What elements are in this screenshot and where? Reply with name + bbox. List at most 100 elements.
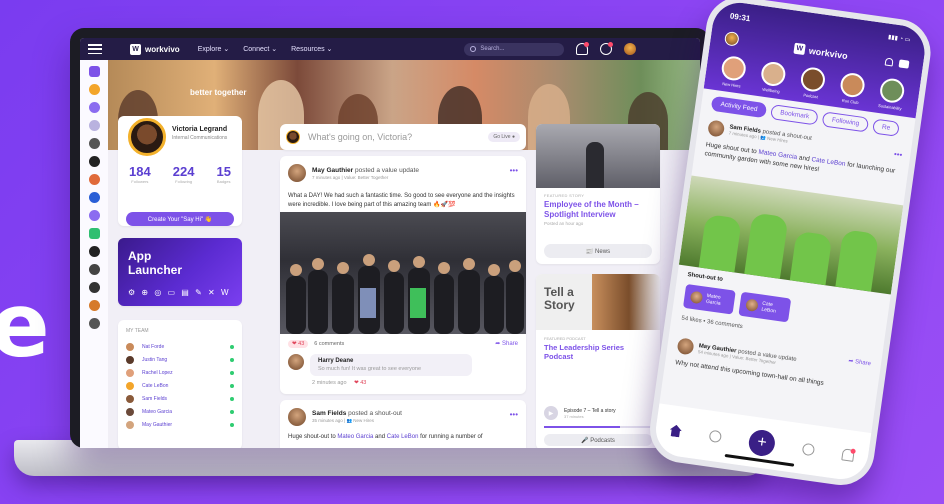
rail-space-icon-7[interactable] — [88, 246, 100, 257]
profile-avatar[interactable] — [128, 118, 166, 156]
rail-space-icon-11[interactable] — [88, 318, 100, 329]
brand-logo[interactable]: W workvivo — [130, 43, 180, 55]
rail-explore-icon[interactable] — [88, 102, 100, 113]
rail-space-icon-5[interactable] — [88, 210, 100, 221]
rail-space-icon-2[interactable] — [88, 156, 100, 167]
comment-like-button[interactable]: ❤ 43 — [354, 380, 366, 386]
story-item[interactable]: Wellbeing — [754, 60, 792, 95]
photo-figure — [744, 212, 789, 279]
rail-space-icon-4[interactable] — [88, 192, 100, 203]
explore-icon[interactable] — [708, 429, 723, 444]
team-member-row[interactable]: Nat Forde — [126, 340, 234, 353]
story-avatar — [878, 77, 906, 105]
play-icon[interactable]: ▶ — [544, 406, 558, 420]
chip-avatar — [745, 298, 759, 313]
rail-layers-icon[interactable] — [88, 120, 100, 131]
notifications-bell-icon[interactable] — [841, 448, 856, 462]
tab-bookmark[interactable]: Bookmark — [770, 104, 820, 126]
stat-badges[interactable]: 15 Badges — [216, 164, 230, 184]
post-composer[interactable]: What's going on, Victoria? Go Live ● — [280, 124, 526, 150]
rail-space-icon-6[interactable] — [88, 228, 100, 239]
stat-following[interactable]: 224 Following — [173, 164, 195, 184]
phone-brand-name: workvivo — [808, 45, 849, 61]
phone-bell-icon[interactable] — [884, 57, 894, 67]
profile-name[interactable]: Victoria Legrand — [172, 126, 227, 133]
rail-space-icon-1[interactable] — [88, 138, 100, 149]
profile-stats: 184 Followers 224 Following 15 Badges — [118, 164, 242, 184]
featured-story-title[interactable]: Employee of the Month – Spotlight Interv… — [536, 198, 660, 221]
post-photo[interactable] — [280, 212, 526, 334]
mention-link[interactable]: Mateo Garcia — [337, 434, 373, 440]
notification-badge — [584, 42, 590, 47]
stat-value: 184 — [129, 164, 151, 179]
phone-post-stats[interactable]: 54 likes • 36 comments — [681, 316, 743, 331]
team-avatar — [126, 407, 134, 416]
nav-connect[interactable]: Connect ⌄ — [243, 45, 277, 53]
create-say-hi-button[interactable]: Create Your "Say Hi" 👋 — [126, 212, 234, 226]
search-icon[interactable] — [801, 442, 816, 457]
more-options-icon[interactable]: ••• — [510, 410, 518, 419]
my-team-card: MY TEAM Nat Forde Justin Tang Rachel Lop… — [118, 320, 242, 448]
team-member-row[interactable]: Justin Tang — [126, 353, 234, 366]
user-avatar[interactable] — [624, 43, 637, 55]
team-member-row[interactable]: May Gauthier — [126, 418, 234, 431]
story-item[interactable]: New Hires — [714, 54, 752, 89]
rail-space-icon-3[interactable] — [88, 174, 100, 185]
commenter-name[interactable]: Harry Deane — [318, 358, 464, 364]
nav-resources[interactable]: Resources ⌄ — [291, 45, 332, 53]
post-author-name[interactable]: May Gauthier — [312, 167, 353, 174]
tab-more[interactable]: Re — [871, 118, 901, 137]
composer-avatar — [286, 130, 300, 144]
photo-figure — [835, 229, 880, 292]
rail-space-icon-9[interactable] — [88, 282, 100, 293]
search-input[interactable]: Search... — [464, 42, 565, 56]
comment-meta: 2 minutes ago ❤ 43 — [312, 380, 366, 386]
phone-post: May Gauthier posted a value update 54 mi… — [674, 337, 872, 395]
phone-post-avatar[interactable] — [707, 119, 726, 138]
comments-count[interactable]: 6 comments — [314, 341, 344, 347]
shout-out-chip[interactable]: Cate LeBon — [738, 291, 792, 323]
news-button[interactable]: 📰 News — [544, 244, 652, 258]
profile-card: Victoria Legrand Internal Communications… — [118, 116, 242, 226]
story-item[interactable]: Run Club — [833, 71, 871, 106]
rail-avatar-icon[interactable] — [88, 84, 100, 95]
episode-duration: 37 minutes — [564, 413, 584, 419]
team-member-row[interactable]: Mateo Garcia — [126, 405, 234, 418]
brand-name: workvivo — [145, 44, 180, 54]
app-launcher-card[interactable]: App Launcher ⚙ ⊕ ◎ ▭ ▤ ✎ ✕ W — [118, 238, 242, 306]
team-member-row[interactable]: Rachel Lopez — [126, 366, 234, 379]
notifications-bell-icon[interactable] — [576, 42, 590, 55]
tab-activity-feed[interactable]: Activity Feed — [710, 95, 768, 119]
post-author-avatar[interactable] — [288, 164, 306, 182]
phone-post-avatar[interactable] — [676, 337, 695, 356]
shout-out-chip[interactable]: Mateo Garcia — [682, 283, 736, 315]
tab-following[interactable]: Following — [822, 111, 870, 133]
like-button[interactable]: ❤ 43 — [288, 340, 309, 348]
more-options-icon[interactable]: ••• — [893, 149, 903, 159]
share-button[interactable]: ➦ Share — [495, 340, 518, 347]
post-author-name[interactable]: Sam Fields — [312, 410, 346, 417]
rail-space-icon-10[interactable] — [88, 300, 100, 311]
team-member-name: Rachel Lopez — [142, 369, 173, 376]
hamburger-menu-icon[interactable] — [88, 44, 102, 54]
mention-link[interactable]: Cate LeBon — [387, 434, 419, 440]
stat-followers[interactable]: 184 Followers — [129, 164, 151, 184]
team-member-row[interactable]: Sam Fields — [126, 392, 234, 405]
go-live-button[interactable]: Go Live ● — [488, 132, 520, 142]
team-member-row[interactable]: Cate LeBon — [126, 379, 234, 392]
story-item[interactable]: Podcast — [793, 65, 831, 100]
comment-bubble: Harry Deane So much fun! It was great to… — [310, 354, 472, 376]
create-post-icon[interactable]: + — [747, 428, 777, 458]
chat-icon[interactable] — [600, 42, 614, 55]
rail-home-icon[interactable] — [88, 66, 100, 77]
post-author-avatar[interactable] — [288, 408, 306, 426]
home-icon[interactable] — [669, 424, 683, 438]
commenter-avatar[interactable] — [288, 354, 304, 370]
nav-explore[interactable]: Explore ⌄ — [198, 45, 230, 53]
phone-user-avatar[interactable] — [723, 30, 740, 47]
comment-text: So much fun! It was great to see everyon… — [318, 366, 422, 372]
story-item[interactable]: Sustainability — [873, 76, 911, 111]
rail-space-icon-8[interactable] — [88, 264, 100, 275]
phone-camera-icon[interactable] — [898, 59, 910, 69]
more-options-icon[interactable]: ••• — [510, 166, 518, 175]
